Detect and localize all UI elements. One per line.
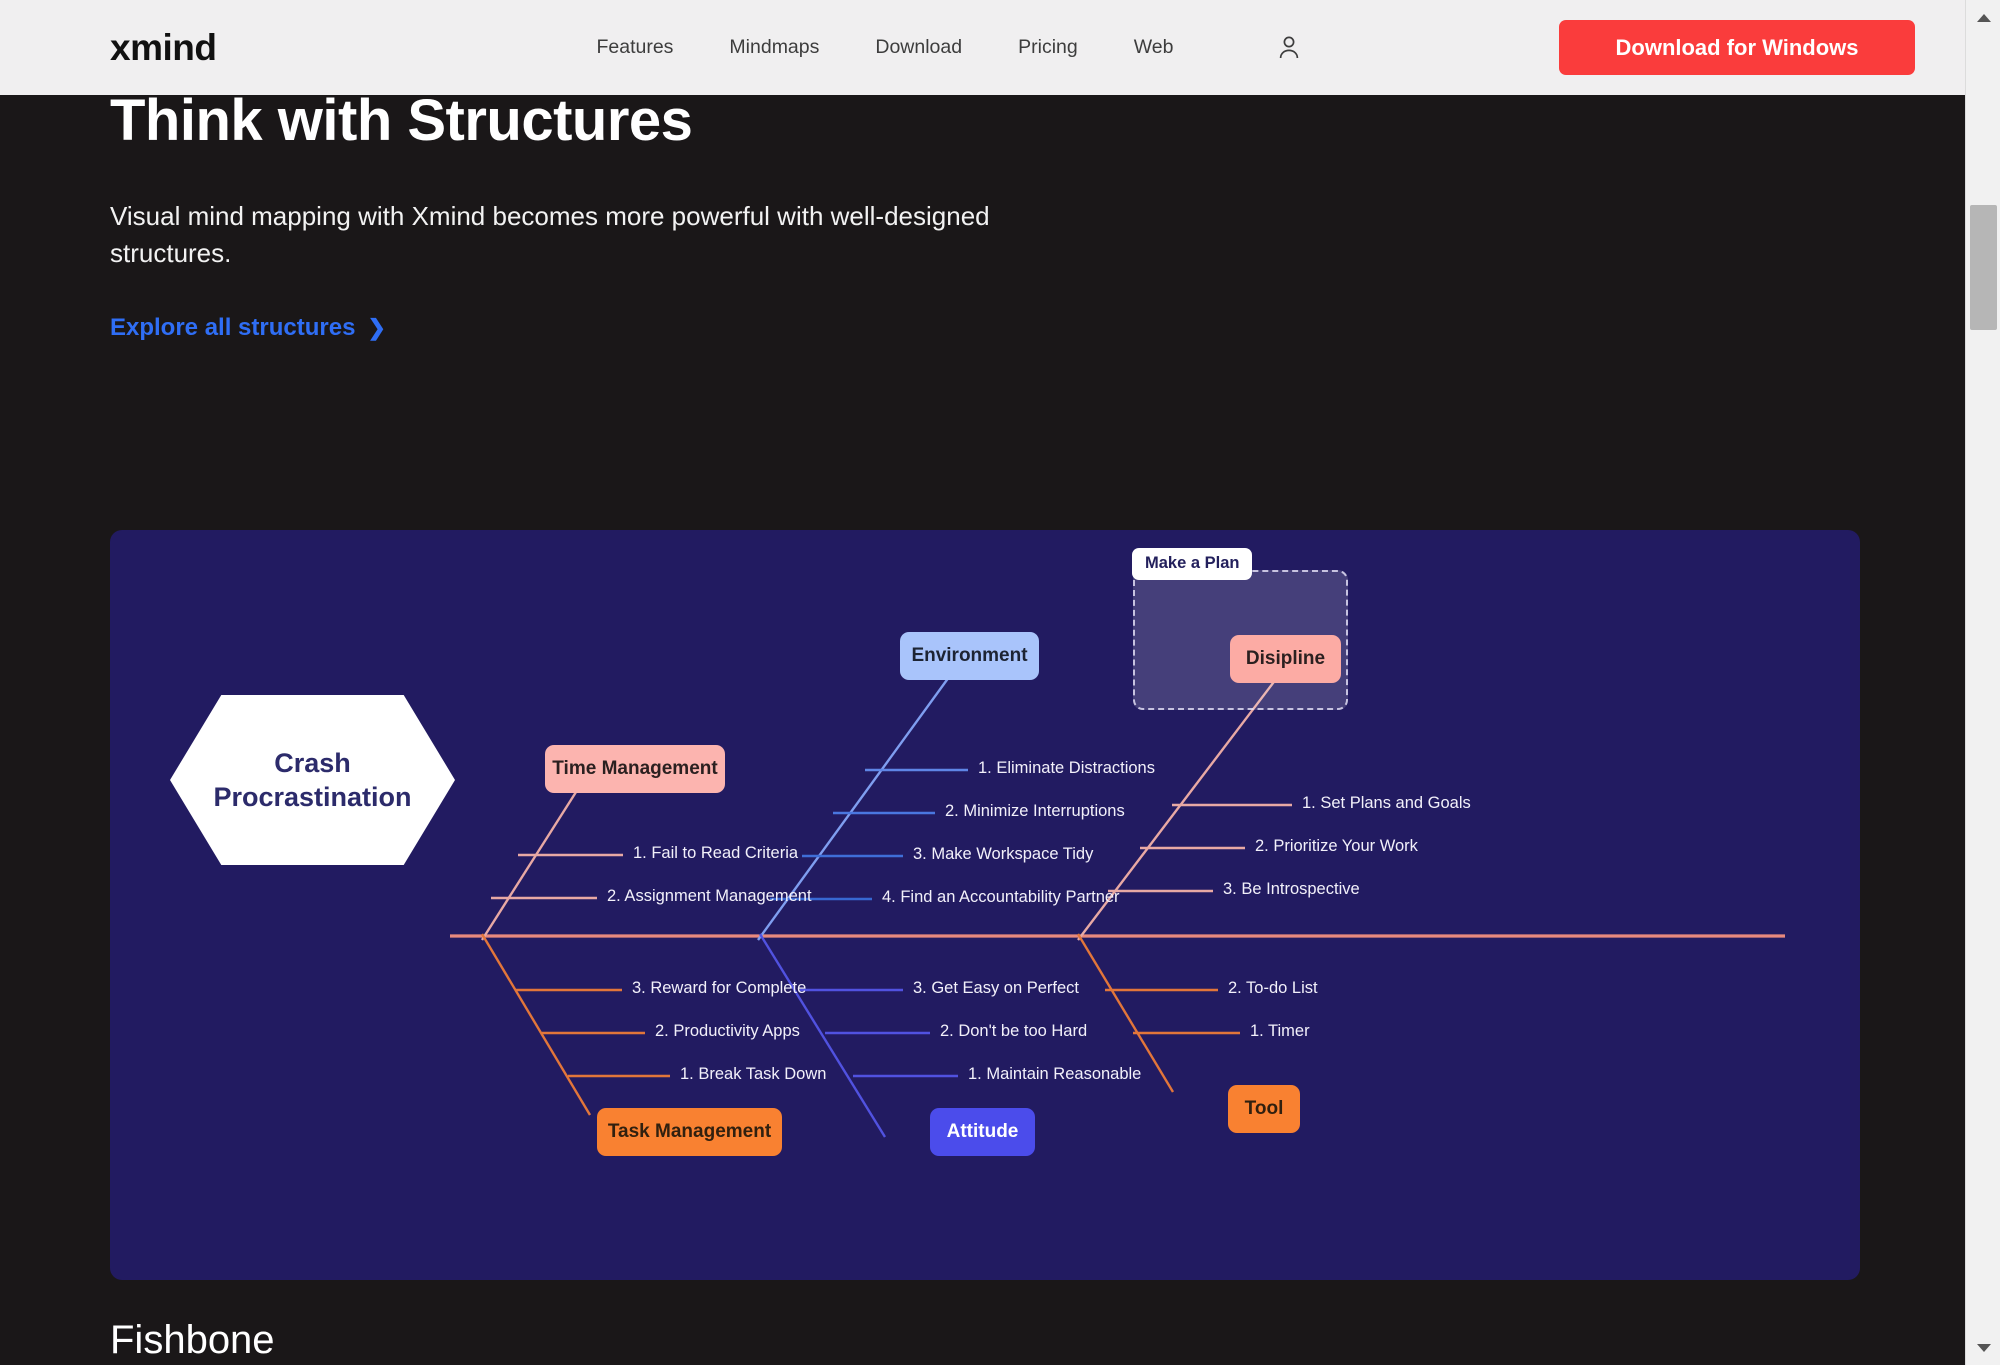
triangle-down-icon[interactable]: [1966, 1330, 2000, 1365]
leaf-productivity-apps[interactable]: 2. Productivity Apps: [655, 1022, 800, 1041]
fishbone-diagram-card[interactable]: Crash Procrastination Time Management En…: [110, 530, 1860, 1280]
hero-section: Think with Structures Visual mind mappin…: [0, 88, 1965, 342]
triangle-up-icon[interactable]: [1966, 0, 2000, 35]
nav-item-download[interactable]: Download: [847, 36, 990, 59]
scrollbar-thumb[interactable]: [1970, 205, 1997, 330]
center-node-label-line2: Procrastination: [213, 782, 412, 812]
nav-item-features[interactable]: Features: [568, 36, 701, 59]
leaf-fail-to-read-criteria[interactable]: 1. Fail to Read Criteria: [633, 844, 798, 863]
explore-all-structures-link[interactable]: Explore all structures ❯: [110, 314, 386, 342]
leaf-timer[interactable]: 1. Timer: [1250, 1022, 1310, 1041]
leaf-set-plans-and-goals[interactable]: 1. Set Plans and Goals: [1302, 794, 1471, 813]
page-title: Think with Structures: [110, 88, 693, 153]
center-node[interactable]: Crash Procrastination: [170, 695, 455, 865]
leaf-find-an-accountability-partner[interactable]: 4. Find an Accountability Partner: [882, 888, 1120, 907]
person-icon[interactable]: [1276, 35, 1302, 61]
nav-item-pricing[interactable]: Pricing: [990, 36, 1106, 59]
leaf-reward-for-complete[interactable]: 3. Reward for Complete: [632, 979, 806, 998]
leaf-minimize-interruptions[interactable]: 2. Minimize Interruptions: [945, 802, 1125, 821]
leaf-eliminate-distractions[interactable]: 1. Eliminate Distractions: [978, 759, 1155, 778]
branch-node-attitude[interactable]: Attitude: [930, 1108, 1035, 1156]
page-root: xmind Features Mindmaps Download Pricing…: [0, 0, 2000, 1365]
top-navigation-bar: xmind Features Mindmaps Download Pricing…: [0, 0, 1965, 95]
xmind-logo[interactable]: xmind: [110, 27, 217, 69]
branch-node-tool[interactable]: Tool: [1228, 1085, 1300, 1133]
leaf-maintain-reasonable[interactable]: 1. Maintain Reasonable: [968, 1065, 1141, 1084]
branch-node-task-management[interactable]: Task Management: [597, 1108, 782, 1156]
hero-subtitle: Visual mind mapping with Xmind becomes m…: [110, 201, 990, 269]
vertical-scrollbar[interactable]: [1965, 0, 2000, 1365]
leaf-break-task-down[interactable]: 1. Break Task Down: [680, 1065, 826, 1084]
leaf-be-introspective[interactable]: 3. Be Introspective: [1223, 880, 1360, 899]
chevron-right-icon: ❯: [367, 315, 386, 341]
center-node-label-line1: Crash: [274, 747, 351, 778]
nav-item-web[interactable]: Web: [1106, 36, 1202, 59]
branch-node-time-management[interactable]: Time Management: [545, 745, 725, 793]
nav-item-mindmaps[interactable]: Mindmaps: [701, 36, 847, 59]
leaf-assignment-management[interactable]: 2. Assignment Management: [607, 887, 812, 906]
leaf-dont-be-too-hard[interactable]: 2. Don't be too Hard: [940, 1022, 1087, 1041]
nav-links: Features Mindmaps Download Pricing Web: [568, 35, 1302, 61]
leaf-make-workspace-tidy[interactable]: 3. Make Workspace Tidy: [913, 845, 1093, 864]
sub-node-make-a-plan[interactable]: Make a Plan: [1132, 548, 1253, 580]
leaf-to-do-list[interactable]: 2. To-do List: [1228, 979, 1318, 998]
explore-link-label: Explore all structures: [110, 314, 356, 342]
section-heading-fishbone: Fishbone: [110, 1318, 275, 1362]
leaf-prioritize-your-work[interactable]: 2. Prioritize Your Work: [1255, 837, 1418, 856]
branch-node-environment[interactable]: Environment: [900, 632, 1039, 680]
download-for-windows-button[interactable]: Download for Windows: [1559, 20, 1915, 75]
branch-node-disipline[interactable]: Disipline: [1230, 635, 1341, 683]
leaf-get-easy-on-perfect[interactable]: 3. Get Easy on Perfect: [913, 979, 1079, 998]
